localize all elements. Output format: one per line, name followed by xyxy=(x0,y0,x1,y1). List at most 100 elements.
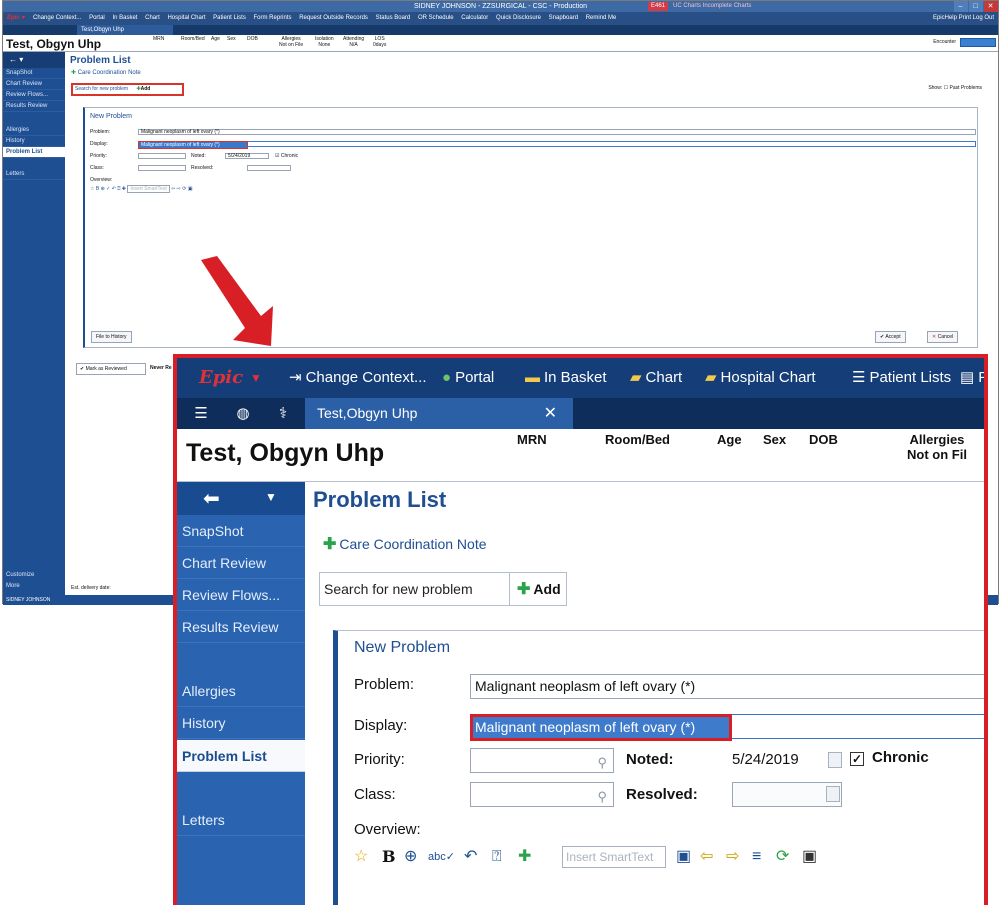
priority-field[interactable] xyxy=(138,153,186,159)
undo-icon[interactable]: ↶ xyxy=(464,845,477,869)
smarttext-input[interactable]: Insert SmartText xyxy=(562,846,666,868)
portal-button[interactable]: ● Portal xyxy=(442,358,494,398)
back-arrow-icon[interactable]: ⬅ xyxy=(203,486,220,511)
sidebar-item-results-review[interactable]: Results Review xyxy=(177,611,305,643)
sidebar-item-allergies[interactable]: Allergies xyxy=(3,125,65,136)
sidebar-item-chart-review[interactable]: Chart Review xyxy=(177,547,305,579)
toolbar-item[interactable]: Change Context... xyxy=(30,15,84,21)
class-field[interactable] xyxy=(138,165,186,171)
show-past-problems[interactable]: Show: ☐ Past Problems xyxy=(928,85,982,91)
status-badge[interactable]: E461 xyxy=(648,2,669,11)
sidebar-item-history[interactable]: History xyxy=(3,136,65,147)
cancel-button[interactable]: ✕ Cancel xyxy=(927,331,959,343)
star-icon[interactable]: ☆ xyxy=(354,845,368,869)
sidebar-item-chart-review[interactable]: Chart Review xyxy=(3,79,65,90)
window-icon[interactable]: ▣ xyxy=(676,845,691,869)
tab-patient[interactable]: Test,Obgyn Uhp xyxy=(77,25,173,35)
sidebar-item-problem-list[interactable]: Problem List xyxy=(3,147,65,158)
toolbar-item[interactable]: Snapboard xyxy=(546,15,581,21)
magnifier-icon[interactable]: ⚲ xyxy=(597,785,607,808)
close-icon[interactable]: ✕ xyxy=(544,398,557,429)
accept-button[interactable]: ✔ Accept xyxy=(875,331,906,343)
more-button[interactable]: More xyxy=(3,581,65,592)
toolbar-item[interactable]: Portal xyxy=(86,15,108,21)
resolved-field[interactable] xyxy=(247,165,291,171)
toolbar-item[interactable]: Patient Lists xyxy=(210,15,249,21)
chronic-checkbox[interactable]: ☑ Chronic xyxy=(275,153,298,159)
problem-field[interactable]: Malignant neoplasm of left ovary (*) xyxy=(138,129,976,135)
care-coordination-note-link[interactable]: ✚ Care Coordination Note xyxy=(71,69,141,76)
sidebar-item-snapshot[interactable]: SnapShot xyxy=(3,68,65,79)
mark-as-reviewed-button[interactable]: ✔ Mark as Reviewed xyxy=(76,363,146,375)
care-coordination-note-link[interactable]: ✚ Care Coordination Note xyxy=(323,534,487,554)
display-field[interactable]: Malignant neoplasm of left ovary (*) xyxy=(470,714,732,741)
arrow-right-icon[interactable]: ⇨ xyxy=(726,845,739,869)
toolbar-item[interactable]: Hospital Chart xyxy=(164,15,208,21)
calendar-icon[interactable] xyxy=(826,786,840,802)
globe-icon[interactable]: ◍ xyxy=(223,398,263,429)
zoom-in-icon[interactable]: ⊕ xyxy=(404,845,417,869)
noted-field[interactable]: 5/24/2019 xyxy=(225,153,269,159)
list-arrow-icon[interactable]: ≡ xyxy=(752,845,761,869)
header-allergies[interactable]: Allergies Not on Fil xyxy=(907,432,967,462)
class-field[interactable]: ⚲ xyxy=(470,782,614,807)
refresh-icon[interactable]: ⟳ xyxy=(776,845,789,869)
magnifier-icon[interactable]: ⚲ xyxy=(597,751,607,774)
arrow-left-icon[interactable]: ⇦ xyxy=(700,845,713,869)
patient-list-icon[interactable]: ☰ xyxy=(181,398,221,429)
header-search-button[interactable] xyxy=(960,38,996,47)
schedule-icon[interactable]: ⚕ xyxy=(263,398,303,429)
minimize-button[interactable]: – xyxy=(953,1,968,12)
forms-button[interactable]: ▤Fo xyxy=(960,358,984,398)
sidebar-item-review-flows[interactable]: Review Flows... xyxy=(3,90,65,101)
epic-menu-caret-icon[interactable]: ▼ xyxy=(250,358,262,398)
toolbar-right-links[interactable]: EpicHelp Print Log Out xyxy=(933,12,994,25)
noted-field[interactable]: 5/24/2019 xyxy=(732,751,799,768)
sidebar-nav-back[interactable]: ← ▾ xyxy=(3,52,65,68)
plus-icon[interactable]: ✚ xyxy=(518,845,531,869)
customize-button[interactable]: Customize xyxy=(3,570,65,581)
problem-field[interactable]: Malignant neoplasm of left ovary (*) xyxy=(470,674,984,699)
sidebar-item-problem-list[interactable]: Problem List xyxy=(177,740,305,772)
sidebar-item-snapshot[interactable]: SnapShot xyxy=(177,515,305,547)
epic-menu-button[interactable]: Epic ▾ xyxy=(3,15,28,21)
sidebar-item-letters[interactable]: Letters xyxy=(3,169,65,180)
chronic-checkbox[interactable]: ✓ xyxy=(850,752,864,766)
contact-card-icon[interactable]: ▣ xyxy=(802,845,817,869)
toolbar-item[interactable]: Request Outside Records xyxy=(296,15,371,21)
help-icon[interactable]: ⍰ xyxy=(492,845,502,869)
chart-button[interactable]: ▰ Chart xyxy=(630,358,682,398)
toolbar-item[interactable]: Chart xyxy=(142,15,163,21)
new-problem-search[interactable]: Search for new problem ✚Add xyxy=(71,83,184,96)
maximize-button[interactable]: □ xyxy=(968,1,983,12)
priority-field[interactable]: ⚲ xyxy=(470,748,614,773)
spellcheck-icon[interactable]: abc✓ xyxy=(428,845,455,869)
header-allergies[interactable]: Allergies Not on File xyxy=(279,36,303,48)
epic-menu-button[interactable]: Epic xyxy=(199,358,243,398)
toolbar-item[interactable]: In Basket xyxy=(109,15,140,21)
toolbar-item[interactable]: Form Reprints xyxy=(251,15,295,21)
toolbar-item[interactable]: Status Board xyxy=(373,15,414,21)
tab-patient[interactable]: Test,Obgyn Uhp ✕ xyxy=(305,398,573,429)
status-links[interactable]: UC Charts Incomplete Charts xyxy=(673,2,751,11)
change-context-button[interactable]: ⇥ Change Context... xyxy=(289,358,427,398)
toolbar-item[interactable]: Remind Me xyxy=(583,15,620,21)
sidebar-item-letters[interactable]: Letters xyxy=(177,804,305,836)
sidebar-item-allergies[interactable]: Allergies xyxy=(177,675,305,707)
toolbar-item[interactable]: Calculator xyxy=(458,15,491,21)
add-button[interactable]: ✚ Add xyxy=(513,573,565,605)
patient-lists-button[interactable]: ☰ Patient Lists xyxy=(852,358,951,398)
sidebar-item-results-review[interactable]: Results Review xyxy=(3,101,65,112)
overview-toolbar[interactable]: ☆ B ⊕ ✓ ↶ ⍰ ✚ Insert SmartText ⇦ ⇨ ⟳ ▣ xyxy=(90,185,193,193)
sidebar-item-history[interactable]: History xyxy=(177,707,305,739)
in-basket-button[interactable]: ▬ In Basket xyxy=(525,358,607,398)
sidebar-item-review-flows[interactable]: Review Flows... xyxy=(177,579,305,611)
display-field[interactable]: Malignant neoplasm of left ovary (*) xyxy=(138,141,248,149)
hospital-chart-button[interactable]: ▰ Hospital Chart xyxy=(705,358,816,398)
chevron-down-icon[interactable]: ▼ xyxy=(265,490,277,504)
file-to-history-button[interactable]: File to History xyxy=(91,331,132,343)
calendar-icon[interactable] xyxy=(828,752,842,768)
close-window-button[interactable]: ✕ xyxy=(983,1,998,12)
toolbar-item[interactable]: OR Schedule xyxy=(415,15,457,21)
toolbar-item[interactable]: Quick Disclosure xyxy=(493,15,544,21)
